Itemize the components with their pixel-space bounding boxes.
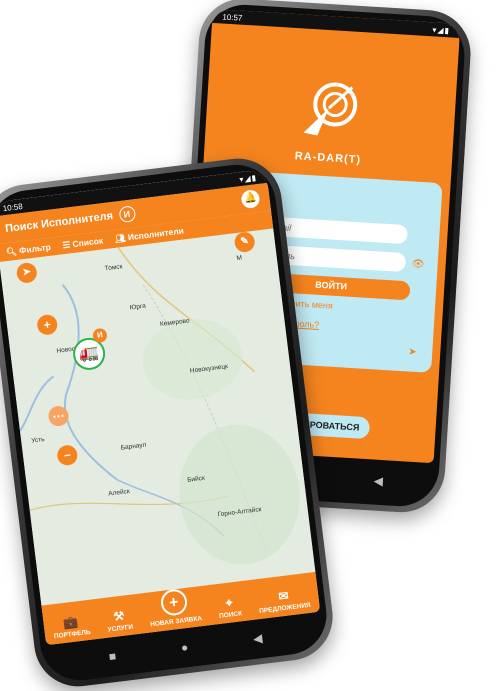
users-icon: 👥︎ (114, 232, 127, 244)
tools-icon: ⚒ (112, 608, 126, 624)
filter-button[interactable]: 🔍︎ Фильтр (5, 241, 51, 257)
send-icon[interactable]: ➤ (408, 346, 417, 357)
recent-apps-key[interactable]: ■ (108, 649, 117, 664)
radar-logo (297, 76, 365, 144)
status-icons: ▾◢▮ (238, 172, 258, 184)
nav-offers-label: ПРЕДЛОЖЕНИЯ (258, 601, 312, 616)
nav-search-label: ПОИСК (218, 610, 243, 620)
envelope-icon: ✉ (277, 588, 290, 604)
nav-new-request-label: НОВАЯ ЗАЯВКА (149, 615, 203, 629)
briefcase-icon: 💼 (62, 614, 80, 630)
home-key[interactable]: ● (180, 640, 189, 655)
back-key[interactable]: ◀ (373, 474, 383, 489)
nav-services[interactable]: ⚒ УСЛУГИ (105, 609, 133, 634)
location-pin-icon: ⌖ (224, 595, 234, 611)
map-background (19, 247, 300, 565)
nav-portfolio-label: ПОРТФЕЛЬ (53, 628, 91, 641)
status-time: 10:57 (222, 11, 243, 23)
status-time: 10:58 (2, 201, 24, 213)
nav-new-request[interactable]: + НОВАЯ ЗАЯВКА (148, 587, 203, 629)
user-badge[interactable]: И (117, 205, 136, 224)
nav-search[interactable]: ⌖ ПОИСК (217, 595, 243, 620)
plus-icon: + (159, 587, 189, 617)
map-label-m: М (236, 254, 243, 263)
nav-services-label: УСЛУГИ (107, 623, 134, 634)
list-icon: ☰ (61, 238, 71, 250)
back-key[interactable]: ◀ (252, 631, 263, 646)
status-icons: ▾◢▮ (432, 24, 451, 35)
filter-label: Фильтр (18, 241, 52, 256)
list-button[interactable]: ☰ Список (62, 235, 104, 251)
nav-offers[interactable]: ✉ ПРЕДЛОЖЕНИЯ (257, 587, 311, 615)
executors-label: Исполнители (127, 224, 185, 242)
list-label: Список (71, 234, 104, 249)
map-view[interactable]: Томск Юрга Кемерово Новосибирск Новокузн… (0, 228, 316, 606)
search-icon: 🔍︎ (5, 245, 18, 257)
eye-icon[interactable]: 👁 (411, 258, 424, 270)
map-screen: 10:58 ▾◢▮ Поиск Исполнителя И 🔔 🔍︎ Фильт… (0, 168, 321, 646)
nav-portfolio[interactable]: 💼 ПОРТФЕЛЬ (52, 614, 91, 640)
bell-icon[interactable]: 🔔 (240, 189, 261, 210)
